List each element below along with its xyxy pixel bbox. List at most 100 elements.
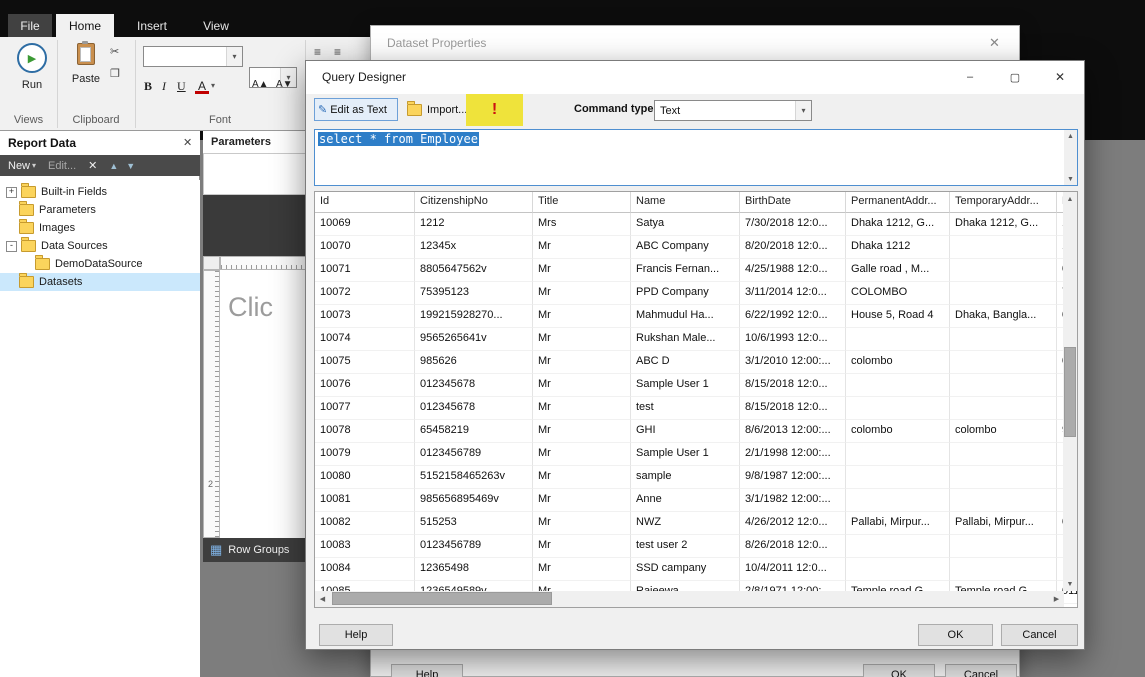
query-editor-scrollbar[interactable]: ▲ ▼ <box>1064 130 1077 185</box>
dataset-properties-cancel-button[interactable]: Cancel <box>945 664 1017 677</box>
command-type-label: Command type: <box>574 103 657 115</box>
column-header[interactable]: BirthDate <box>740 192 846 213</box>
vertical-ruler: 2 <box>203 270 220 538</box>
table-cell: Mr <box>533 558 631 581</box>
chevron-down-icon[interactable]: ▾ <box>795 101 811 120</box>
import-button[interactable]: Import... <box>405 98 475 121</box>
query-text-editor[interactable]: select * from Employee ▲ ▼ <box>314 129 1078 186</box>
command-type-select[interactable]: Text ▾ <box>654 100 812 121</box>
align-left-button[interactable]: ≡ <box>314 45 330 59</box>
collapse-icon[interactable]: - <box>6 241 17 252</box>
table-row[interactable]: 10073199215928270...MrMahmudul Ha...6/22… <box>315 305 1077 328</box>
tree-item-demodatasource[interactable]: DemoDataSource <box>0 255 200 273</box>
table-row[interactable]: 100749565265641vMrRukshan Male...10/6/19… <box>315 328 1077 351</box>
table-row[interactable]: 1007865458219MrGHI8/6/2013 12:00:...colo… <box>315 420 1077 443</box>
delete-button[interactable]: ✕ <box>88 159 97 172</box>
shrink-font-button[interactable]: A▼ <box>276 79 298 95</box>
table-row[interactable]: 10081985656895469vMrAnne3/1/1982 12:00:.… <box>315 489 1077 512</box>
scroll-down-icon[interactable]: ▼ <box>1064 173 1077 185</box>
canvas-title-placeholder[interactable]: Clic <box>228 292 273 323</box>
column-header[interactable]: PermanentAddr... <box>846 192 950 213</box>
table-cell: sample <box>631 466 740 489</box>
table-row[interactable]: 10082515253MrNWZ4/26/2012 12:0...Pallabi… <box>315 512 1077 535</box>
dataset-properties-help-button[interactable]: Help <box>391 664 463 677</box>
tree-item-parameters[interactable]: Parameters <box>0 201 200 219</box>
edit-button[interactable]: Edit... <box>48 160 76 172</box>
tree-item-built-in-fields[interactable]: +Built-in Fields <box>0 183 200 201</box>
tree-item-datasets[interactable]: Datasets <box>0 273 200 291</box>
scroll-right-icon[interactable]: ▶ <box>1049 591 1064 607</box>
grid-horizontal-scrollbar[interactable]: ◀ ▶ <box>315 591 1064 607</box>
new-button[interactable]: New <box>8 160 30 172</box>
font-name-combo[interactable]: ▾ <box>143 46 243 67</box>
table-row[interactable]: 1008412365498MrSSD campany10/4/2011 12:0… <box>315 558 1077 581</box>
tree-item-data-sources[interactable]: -Data Sources <box>0 237 200 255</box>
move-down-button[interactable]: ▼ <box>126 161 135 171</box>
table-cell: Anne <box>631 489 740 512</box>
cancel-button[interactable]: Cancel <box>1001 624 1078 646</box>
table-row[interactable]: 10075985626MrABC D3/1/2010 12:00:...colo… <box>315 351 1077 374</box>
dataset-properties-titlebar[interactable]: Dataset Properties ✕ <box>371 26 1019 61</box>
grid-vertical-scrollbar[interactable]: ▲ ▼ <box>1063 192 1077 591</box>
run-query-button[interactable]: ! <box>492 101 497 119</box>
parameters-list[interactable] <box>203 153 310 195</box>
scroll-up-icon[interactable]: ▲ <box>1064 130 1077 142</box>
paste-button[interactable]: Paste <box>66 43 106 109</box>
dataset-properties-ok-button[interactable]: OK <box>863 664 935 677</box>
italic-button[interactable]: I <box>162 79 174 95</box>
horizontal-scroll-thumb[interactable] <box>332 592 552 605</box>
table-row[interactable]: 100790123456789MrSample User 12/1/1998 1… <box>315 443 1077 466</box>
tree-item-images[interactable]: Images <box>0 219 200 237</box>
run-button[interactable]: ▶ Run <box>10 43 54 109</box>
maximize-button[interactable]: ▢ <box>996 63 1034 91</box>
close-button[interactable]: ✕ <box>1041 63 1079 91</box>
copy-button[interactable]: ❐ <box>110 67 128 83</box>
minimize-button[interactable]: – <box>951 63 989 91</box>
chevron-down-icon[interactable]: ▾ <box>226 47 242 66</box>
font-color-dropdown[interactable]: ▾ <box>211 81 221 95</box>
font-color-button[interactable]: A <box>195 79 209 95</box>
table-row[interactable]: 10077012345678Mrtest8/15/2018 12:0... <box>315 397 1077 420</box>
query-designer-titlebar[interactable]: Query Designer – ▢ ✕ <box>306 61 1084 94</box>
ribbon-tab-view[interactable]: View <box>192 14 240 37</box>
table-row[interactable]: 100805152158465263vMrsample9/8/1987 12:0… <box>315 466 1077 489</box>
table-row[interactable]: 1007275395123MrPPD Company3/11/2014 12:0… <box>315 282 1077 305</box>
column-header[interactable]: Title <box>533 192 631 213</box>
scroll-left-icon[interactable]: ◀ <box>315 591 330 607</box>
column-header[interactable]: CitizenshipNo <box>415 192 533 213</box>
underline-button[interactable]: U <box>177 79 189 95</box>
column-header[interactable]: Id <box>315 192 415 213</box>
close-icon[interactable]: ✕ <box>183 136 192 149</box>
scroll-up-icon[interactable]: ▲ <box>1063 192 1077 206</box>
table-row[interactable]: 100718805647562vMrFrancis Fernan...4/25/… <box>315 259 1077 282</box>
grow-font-button[interactable]: A▲ <box>252 79 274 95</box>
table-cell: ABC D <box>631 351 740 374</box>
table-cell: test user 2 <box>631 535 740 558</box>
align-center-button[interactable]: ≡ <box>334 45 350 59</box>
column-header[interactable]: Name <box>631 192 740 213</box>
edit-as-text-button[interactable]: ✎ Edit as Text <box>314 98 398 121</box>
close-icon[interactable]: ✕ <box>989 35 1000 51</box>
table-cell <box>950 466 1057 489</box>
ok-button[interactable]: OK <box>918 624 993 646</box>
design-canvas[interactable]: Clic <box>220 270 310 538</box>
help-button[interactable]: Help <box>319 624 393 646</box>
column-header[interactable]: TemporaryAddr... <box>950 192 1057 213</box>
table-row[interactable]: 1007012345xMrABC Company8/20/2018 12:0..… <box>315 236 1077 259</box>
vertical-scroll-thumb[interactable] <box>1064 347 1076 437</box>
ribbon-tab-home[interactable]: Home <box>56 14 114 37</box>
folder-icon <box>19 204 34 216</box>
table-row[interactable]: 10076012345678MrSample User 18/15/2018 1… <box>315 374 1077 397</box>
chevron-down-icon[interactable]: ▾ <box>32 161 36 170</box>
move-up-button[interactable]: ▲ <box>109 161 118 171</box>
table-cell: Mr <box>533 351 631 374</box>
ribbon-tab-file[interactable]: File <box>8 14 52 37</box>
ribbon-tab-insert[interactable]: Insert <box>124 14 180 37</box>
table-row[interactable]: 100691212MrsSatya7/30/2018 12:0...Dhaka … <box>315 213 1077 236</box>
cut-button[interactable]: ✂ <box>110 45 128 61</box>
bold-button[interactable]: B <box>144 79 158 95</box>
expand-icon[interactable]: + <box>6 187 17 198</box>
table-row[interactable]: 100830123456789Mrtest user 28/26/2018 12… <box>315 535 1077 558</box>
scroll-down-icon[interactable]: ▼ <box>1063 577 1077 591</box>
query-designer-toolbar: ✎ Edit as Text Import... ! Command type:… <box>306 94 1084 128</box>
